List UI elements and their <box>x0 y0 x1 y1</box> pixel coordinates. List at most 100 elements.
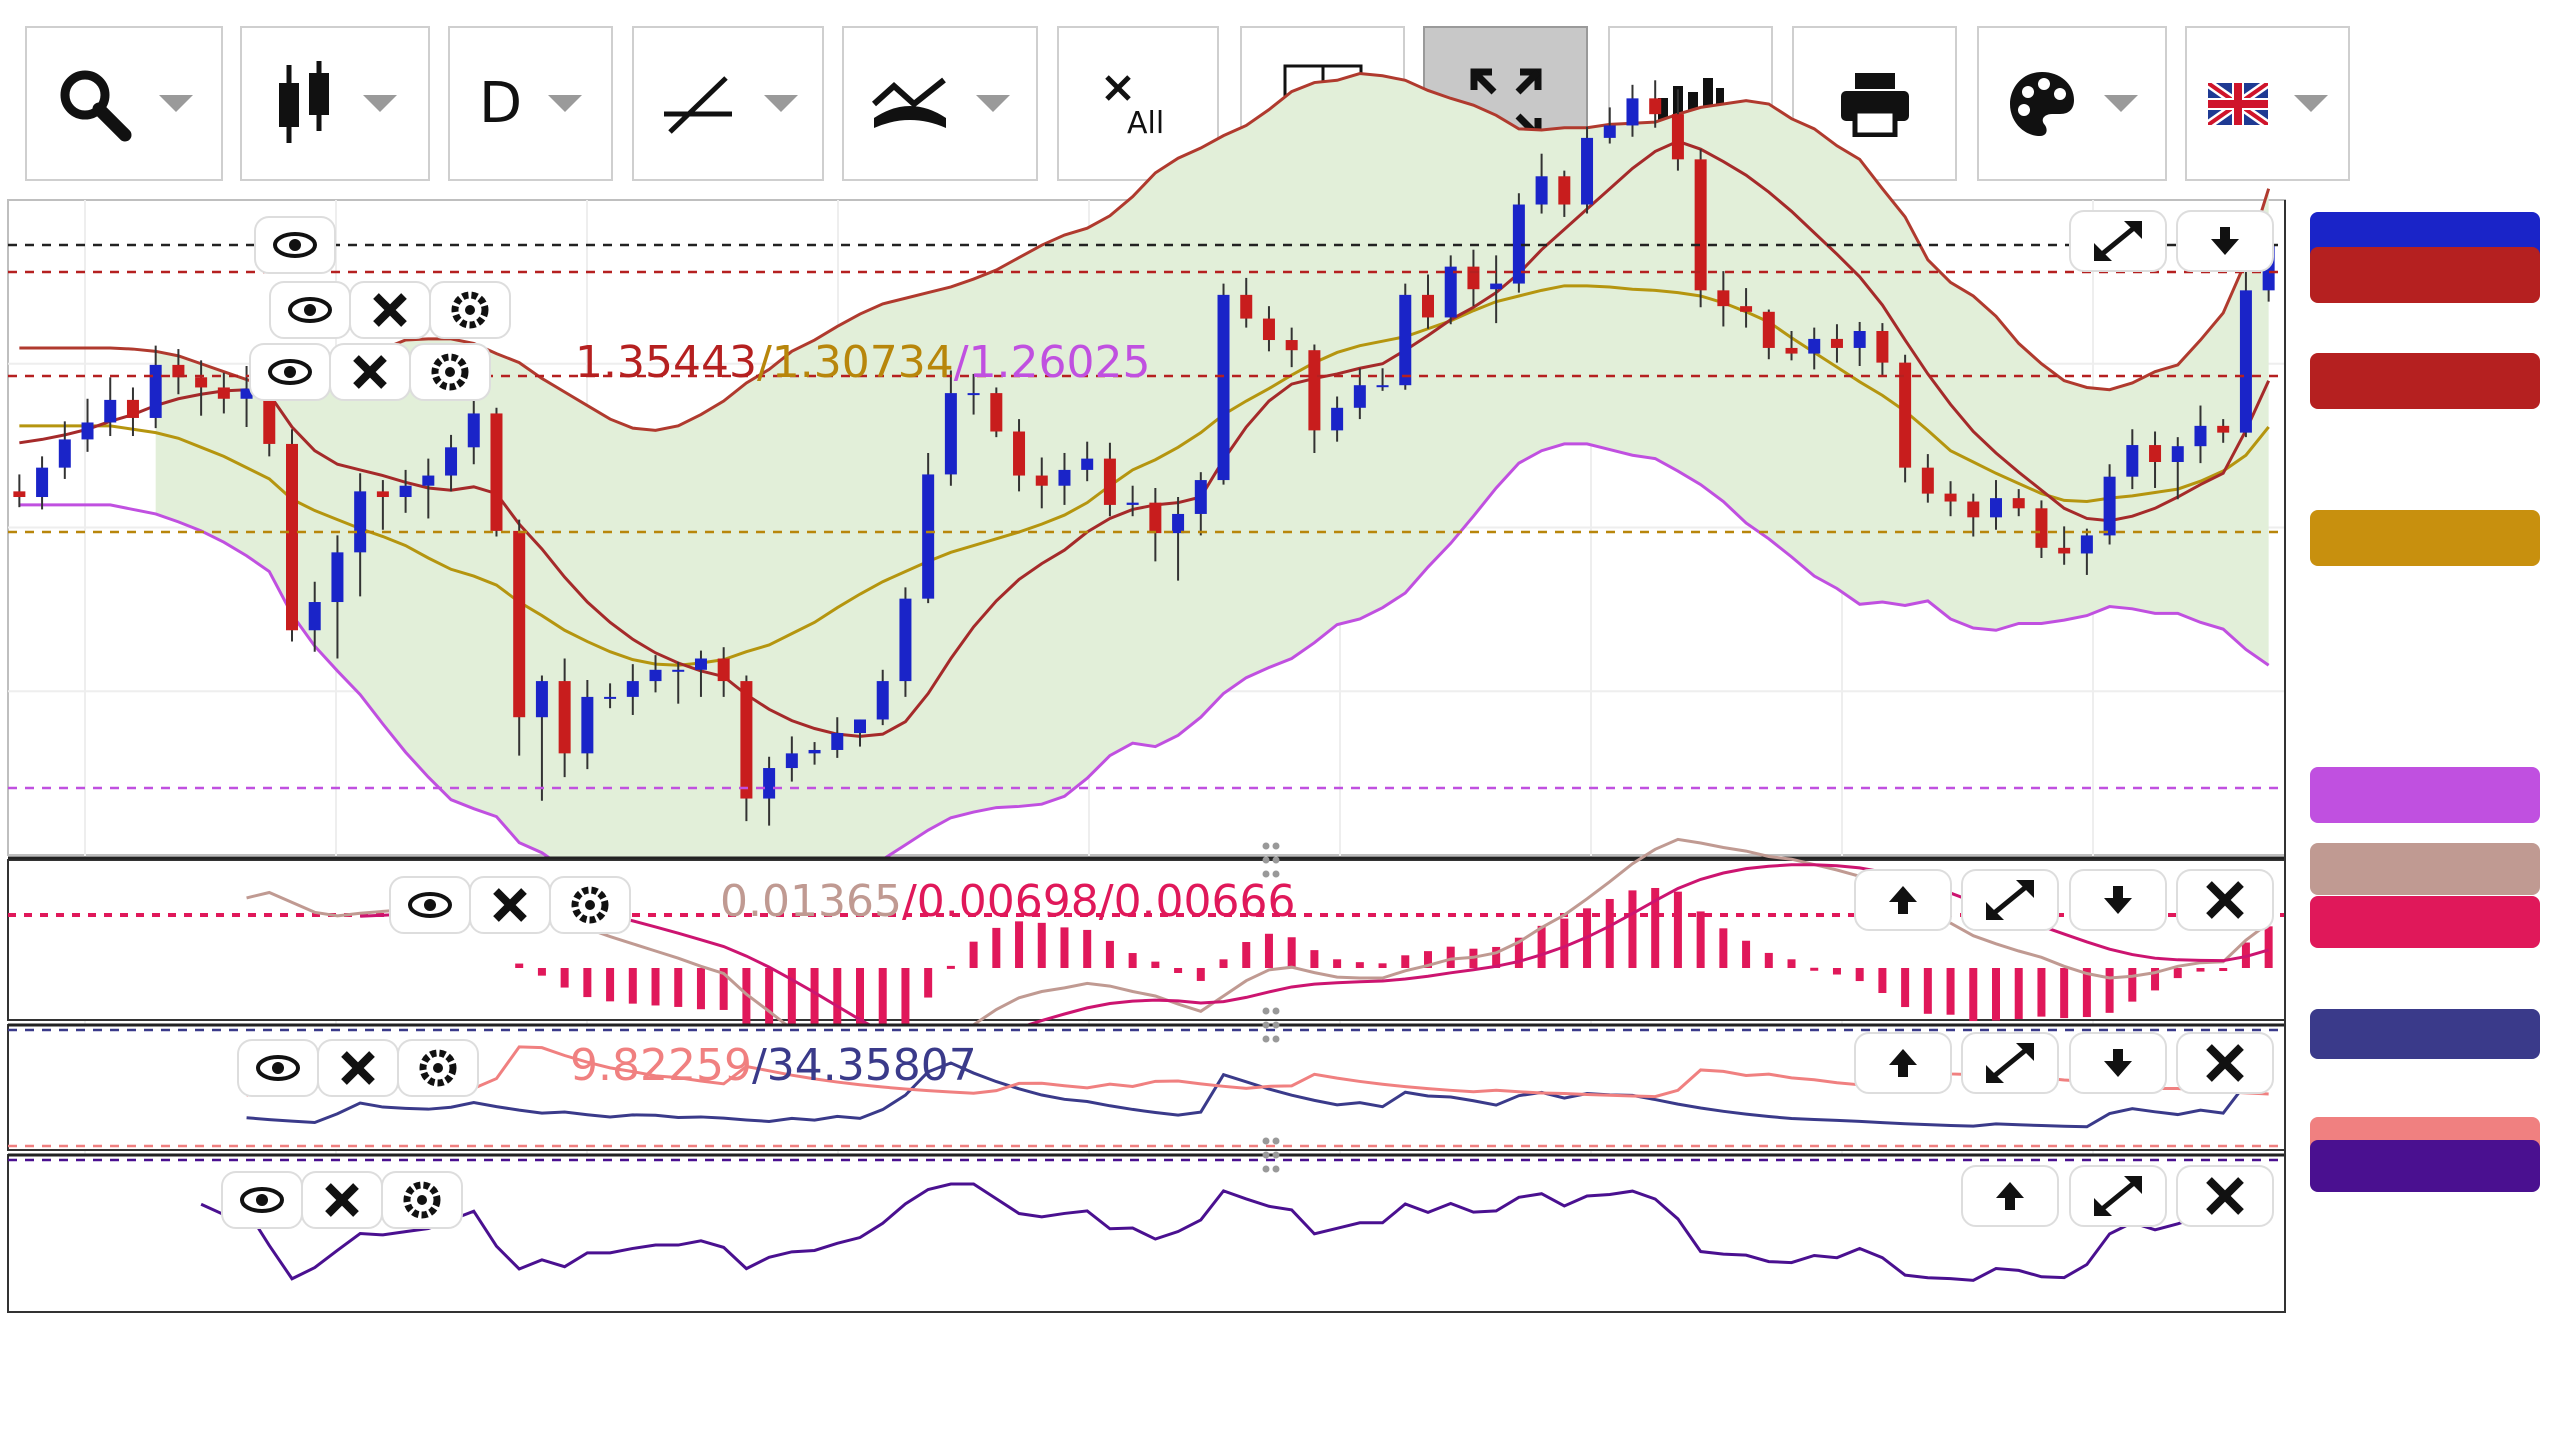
macd-histogram-bar <box>1764 952 1773 968</box>
macd-histogram-bar <box>2264 926 2273 968</box>
move-down-button <box>2069 1032 2167 1094</box>
expand-icon <box>1986 880 2034 920</box>
arrow-up-icon <box>1889 886 1917 902</box>
gear-icon <box>571 886 609 924</box>
expand-icon <box>2124 1176 2142 1194</box>
drag-handle-dot <box>1272 1151 1280 1159</box>
print-button[interactable] <box>1792 26 1957 181</box>
timeframe-dropdown-button[interactable]: D <box>448 26 613 181</box>
macd-histogram-bar <box>2173 968 2182 979</box>
candle-body <box>36 467 49 498</box>
maximize-button <box>2069 1165 2167 1227</box>
macd-histogram-bar <box>1015 921 1024 968</box>
chevron-down-icon <box>976 95 1010 112</box>
close-icon <box>341 1051 375 1085</box>
candle-body <box>740 681 753 799</box>
bb-middle-line <box>19 284 2270 667</box>
macd-histogram-bar <box>1310 950 1319 968</box>
macd-histogram-bar <box>742 968 751 1028</box>
drag-handle-dot <box>1262 1165 1270 1173</box>
indicators-dropdown-button[interactable] <box>842 26 1038 181</box>
close-icon <box>2206 1044 2244 1082</box>
macd-histogram-bar <box>651 968 660 1006</box>
candle-body <box>831 733 844 750</box>
close-icon <box>373 293 407 327</box>
theme-dropdown-button[interactable] <box>1977 26 2167 181</box>
macd-histogram-bar <box>1083 929 1092 968</box>
close-icon <box>325 1183 359 1217</box>
search-dropdown-button[interactable] <box>25 26 223 181</box>
legend-overlays: 1.35443/1.30734/1.260250.01365/0.00698/0… <box>221 216 1296 1229</box>
candle-body <box>2058 547 2071 554</box>
expand-icon <box>1986 902 2004 920</box>
close-pane-button <box>2176 1165 2274 1227</box>
close-icon <box>2206 1044 2244 1082</box>
candle-body <box>1467 266 1480 290</box>
candlestick-icon <box>279 60 329 143</box>
language-dropdown-button[interactable] <box>2185 26 2350 181</box>
candle-body <box>1990 498 2002 518</box>
dmi-v2-value: 34.35807 <box>767 1040 977 1091</box>
macd-histogram-bar <box>1560 918 1569 968</box>
macd-histogram-bar <box>2241 942 2250 968</box>
macd-histogram-bar <box>1878 968 1887 994</box>
crosshair-button[interactable] <box>1240 26 1405 181</box>
macd-histogram-bar <box>2037 968 2046 1017</box>
eye-icon <box>268 359 312 385</box>
macd-histogram-bar <box>969 941 978 968</box>
candle-body <box>263 388 276 444</box>
expand-icon <box>1986 1043 2034 1083</box>
clear-all-button[interactable]: All <box>1057 26 1219 181</box>
draw-line-dropdown-button[interactable] <box>632 26 824 181</box>
macd-v1-value: 0.01365 <box>720 876 902 927</box>
bar-chart-icon <box>1657 77 1724 132</box>
arrow-up-icon <box>1898 1063 1908 1077</box>
macd-histogram-bar <box>1333 959 1342 968</box>
eye-icon <box>304 304 316 316</box>
candle-body <box>1285 340 1298 351</box>
candle-body <box>672 669 685 672</box>
dmi-badge <box>2310 1117 2540 1167</box>
maximize-button <box>1961 1032 2059 1094</box>
candle-body <box>331 552 344 603</box>
indicator-settings-button <box>397 1039 479 1097</box>
macd-histogram-bar <box>1651 887 1660 968</box>
arrow-down-icon <box>2113 886 2123 900</box>
macd-histogram-bar <box>2105 968 2114 1013</box>
candle-body <box>2035 508 2048 548</box>
candle-body <box>422 475 435 486</box>
candle-body <box>1353 385 1366 408</box>
eye-icon <box>256 1055 300 1081</box>
gear-icon <box>417 1195 427 1205</box>
remove-indicator-button <box>329 343 411 401</box>
fullscreen-button[interactable] <box>1423 26 1588 181</box>
candle-body <box>649 669 662 682</box>
macd-histogram-bar <box>2060 968 2069 1019</box>
price-badge <box>2310 767 2540 823</box>
macd-histogram-bar <box>1378 963 1387 968</box>
chart-app: D All 1.35443/1.30734/1.26025 0.01365/0.… <box>0 0 2560 1440</box>
expand-icon <box>2016 1043 2034 1061</box>
macd-histogram-bar <box>2128 968 2137 1002</box>
toggle-visibility-button <box>249 343 331 401</box>
candle-body <box>1444 266 1457 318</box>
maximize-button <box>1961 869 2059 931</box>
candle-body <box>1762 311 1775 348</box>
macd-histogram-bar <box>1355 962 1364 968</box>
search-icon <box>60 70 132 141</box>
candle-body <box>581 696 594 754</box>
price-badge <box>2310 247 2540 303</box>
volume-button[interactable] <box>1608 26 1773 181</box>
candle-body <box>808 749 821 754</box>
toolbar: D All <box>0 0 2560 190</box>
close-icon <box>493 888 527 922</box>
drag-handle-dot <box>1262 842 1270 850</box>
candle-body <box>944 393 957 475</box>
bb-middle-value: 1.30734 <box>772 337 954 388</box>
macd-histogram-bar <box>1151 961 1160 968</box>
macd-histogram-bar <box>1242 942 1251 968</box>
macd-badge <box>2310 896 2540 948</box>
chevron-down-icon <box>2104 95 2138 112</box>
candle-body <box>445 447 458 476</box>
chart-type-dropdown-button[interactable] <box>240 26 430 181</box>
